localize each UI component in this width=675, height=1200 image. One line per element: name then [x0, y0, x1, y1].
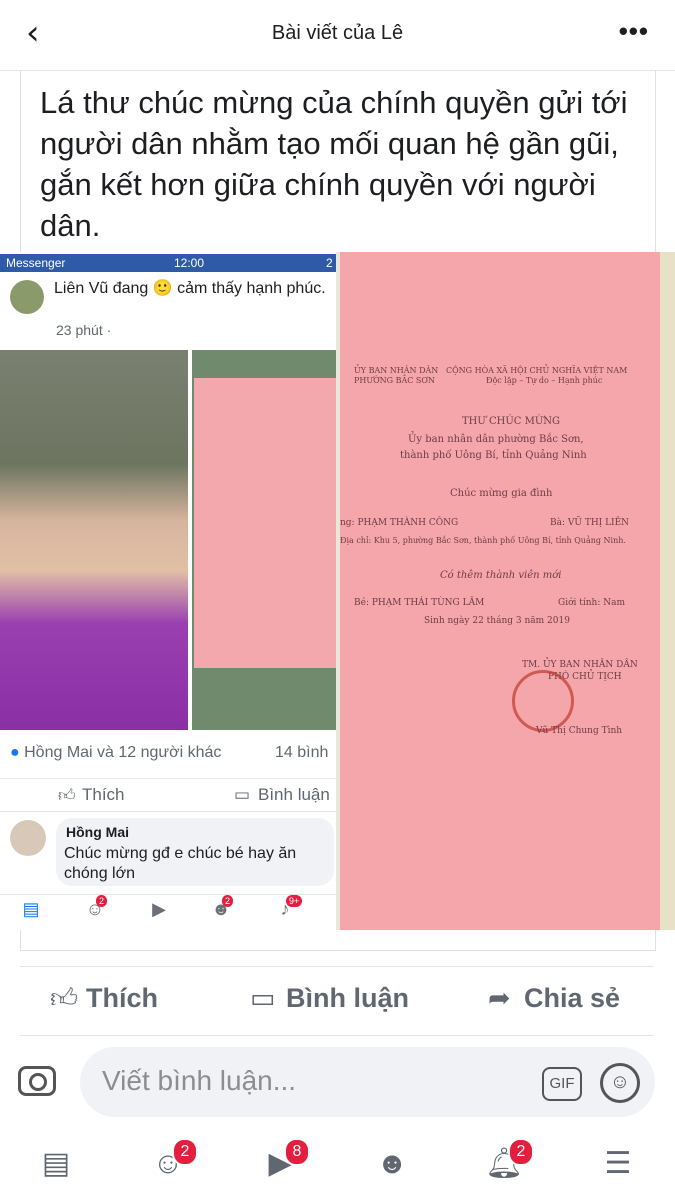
doc-birth: Sinh ngày 22 tháng 3 năm 2019 [424, 616, 570, 626]
commenter-avatar [10, 820, 46, 856]
comment-bubble: Hồng Mai Chúc mừng gđ e chúc bé hay ăn c… [56, 818, 334, 886]
post-photo[interactable]: Messenger 12:00 2 Liên Vũ đang 🙂 cảm thấ… [0, 252, 675, 930]
doc-baby: Bé: PHẠM THÁI TÙNG LÂM [354, 598, 485, 608]
video-icon: ▶ [152, 899, 166, 919]
doc-sign1: TM. ỦY BAN NHÂN DÂN [522, 660, 638, 670]
like-button[interactable]: 👍︎ Thích [50, 983, 158, 1015]
page-title: Bài viết của Lê [271, 22, 404, 44]
camera-icon[interactable] [18, 1066, 56, 1096]
screenshot-tabbar: ▤ ☺ 2 ▶ ☻ 2 ♪ 9+ [0, 894, 336, 929]
comment-input[interactable]: Viết bình luận... GIF ☺ [80, 1047, 655, 1117]
red-stamp [512, 670, 574, 732]
reaction-summary: ● Hồng Mai và 12 người khác 14 bình [10, 744, 330, 762]
like-label: Thích [82, 785, 125, 804]
comment-placeholder: Viết bình luận... [102, 1065, 297, 1096]
doc-header-right: CỘNG HÒA XÃ HỘI CHỦ NGHĨA VIỆT NAM [446, 366, 628, 375]
post-time: 23 phút · [56, 322, 112, 338]
notifications-badge: 2 [508, 1138, 534, 1166]
like-icon: ● [10, 744, 20, 761]
doc-signer: Vũ Thị Chung Tình [536, 726, 623, 736]
friends-badge: 2 [172, 1138, 198, 1166]
facebook-screenshot: Messenger 12:00 2 Liên Vũ đang 🙂 cảm thấ… [0, 252, 336, 930]
status-right: 2 [326, 256, 333, 270]
groups-icon: ☻ 2 [208, 895, 234, 923]
thumbs-up-icon: 👍︎ [50, 983, 79, 1013]
comment-text: Chúc mừng gđ e chúc bé hay ăn chóng lớn [64, 845, 297, 882]
doc-greeting: Chúc mừng gia đình [450, 488, 553, 499]
comment-icon: ▭ [234, 785, 251, 804]
doc-new-member: Có thêm thành viên mới [440, 570, 562, 581]
doc-header-left2: PHƯỜNG BẮC SƠN [354, 376, 435, 385]
status-app: Messenger [6, 256, 66, 270]
comment-label: Bình luận [286, 983, 409, 1013]
doc-parent1: ng: PHẠM THÀNH CÔNG [340, 518, 459, 528]
thumbs-up-icon: 👍︎ [58, 786, 76, 805]
bell-icon: ♪ 9+ [272, 895, 303, 923]
doc-header-right2: Độc lập – Tự do – Hạnh phúc [486, 376, 603, 385]
watch-badge: 8 [284, 1138, 310, 1166]
share-button[interactable]: ➦ Chia sẻ [488, 983, 620, 1014]
post-text: Lá thư chúc mừng của chính quyền gửi tới… [40, 85, 628, 243]
groups-icon[interactable]: ☻ [370, 1144, 414, 1184]
doc-org2: thành phố Uông Bí, tỉnh Quảng Ninh [400, 450, 587, 461]
commenter-name: Hồng Mai [66, 824, 129, 840]
comment-icon: ▭ [250, 983, 276, 1013]
doc-title: THƯ CHÚC MỪNG [462, 416, 561, 427]
emoji-icon[interactable]: ☺ [600, 1063, 640, 1103]
comment-button[interactable]: ▭ Bình luận [250, 983, 409, 1014]
comment-label: Bình luận [258, 785, 330, 804]
letter-photo: ỦY BAN NHÂN DÂN PHƯỜNG BẮC SƠN CỘNG HÒA … [340, 252, 675, 930]
doc-header-left: ỦY BAN NHÂN DÂN [354, 366, 439, 375]
doc-parent2: Bà: VŨ THỊ LIÊN [550, 518, 630, 528]
status-bar: Messenger 12:00 2 [0, 254, 336, 272]
letter-thumbnail [192, 350, 336, 730]
share-label: Chia sẻ [524, 983, 621, 1013]
more-icon[interactable]: ••• [619, 18, 649, 44]
like-label: Thích [86, 983, 158, 1013]
letter-paper: ỦY BAN NHÂN DÂN PHƯỜNG BẮC SƠN CỘNG HÒA … [340, 252, 660, 930]
status-time: 12:00 [174, 256, 205, 270]
bottom-tab-bar: ▤ ☺ 2 ▶ 8 ☻ 🔔︎ 2 ☰ [0, 1130, 675, 1200]
post-actions: 👍︎ Thích ▭ Bình luận ➦ Chia sẻ [20, 966, 654, 1036]
news-feed-icon: ▤ [22, 899, 40, 919]
top-bar: ‹ Bài viết của Lê ••• [0, 0, 675, 71]
baby-hand-photo [0, 350, 188, 730]
news-feed-icon[interactable]: ▤ [34, 1144, 78, 1184]
reaction-text: Hồng Mai và 12 người khác [24, 744, 222, 761]
friends-icon: ☺ 2 [82, 895, 108, 923]
menu-icon[interactable]: ☰ [596, 1144, 640, 1184]
author-status: Liên Vũ đang 🙂 cảm thấy hạnh phúc. [54, 280, 326, 297]
watch-icon[interactable]: ▶ 8 [258, 1138, 310, 1184]
friends-icon[interactable]: ☺ 2 [146, 1138, 198, 1184]
screenshot-actions: 👍︎ Thích ▭ Bình luận [0, 778, 336, 812]
doc-org1: Ủy ban nhân dân phường Bắc Sơn, [408, 434, 584, 445]
doc-address: Địa chỉ: Khu 5, phường Bắc Sơn, thành ph… [340, 536, 626, 545]
comment-count: 14 bình [275, 744, 329, 761]
gif-icon[interactable]: GIF [542, 1067, 582, 1101]
bell-icon[interactable]: 🔔︎ 2 [482, 1138, 534, 1184]
share-icon: ➦ [488, 983, 511, 1013]
doc-gender: Giới tính: Nam [558, 598, 625, 608]
avatar [10, 280, 44, 314]
